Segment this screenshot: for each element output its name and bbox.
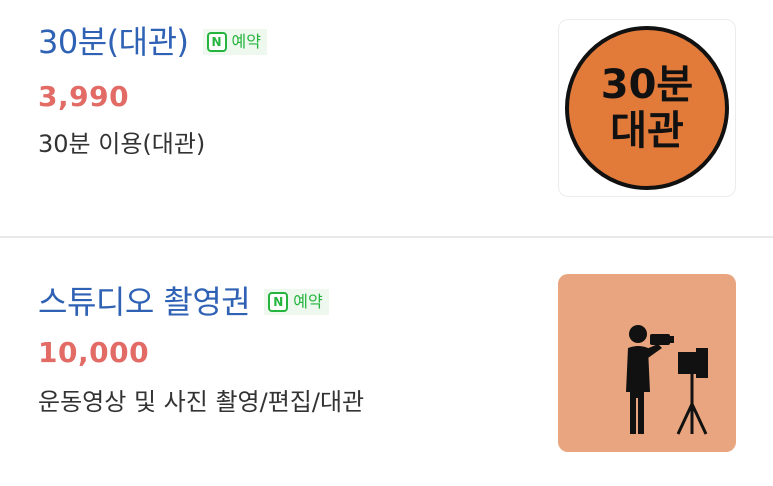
title-row: 스튜디오 촬영권 N 예약: [38, 280, 329, 324]
product-price: 3,990: [38, 80, 130, 113]
booking-badge-label: 예약: [293, 292, 323, 311]
product-description: 운동영상 및 사진 촬영/편집/대관: [38, 388, 365, 416]
booking-badge-label: 예약: [231, 32, 261, 51]
naver-icon: N: [206, 32, 227, 52]
booking-badge[interactable]: N 예약: [202, 29, 267, 55]
title-row: 30분(대관) N 예약: [38, 20, 267, 64]
product-price: 10,000: [38, 336, 150, 369]
thumbnail-text-line1: 30분: [600, 62, 694, 108]
product-thumbnail[interactable]: 30분 대관: [558, 19, 736, 197]
product-title[interactable]: 스튜디오 촬영권: [38, 280, 251, 324]
booking-badge[interactable]: N 예약: [264, 289, 329, 315]
thumbnail-circle: 30분 대관: [565, 26, 729, 190]
product-description: 30분 이용(대관): [38, 130, 206, 158]
product-item-30min[interactable]: 30분(대관) N 예약 3,990 30분 이용(대관) 30분 대관: [0, 0, 773, 236]
photographer-with-light-icon: [626, 325, 708, 435]
thumbnail-text-line2: 대관: [610, 108, 684, 154]
product-item-studio[interactable]: 스튜디오 촬영권 N 예약 10,000 운동영상 및 사진 촬영/편집/대관: [0, 238, 773, 486]
product-title[interactable]: 30분(대관): [38, 20, 189, 64]
product-thumbnail[interactable]: [558, 274, 736, 452]
naver-icon: N: [268, 292, 289, 312]
